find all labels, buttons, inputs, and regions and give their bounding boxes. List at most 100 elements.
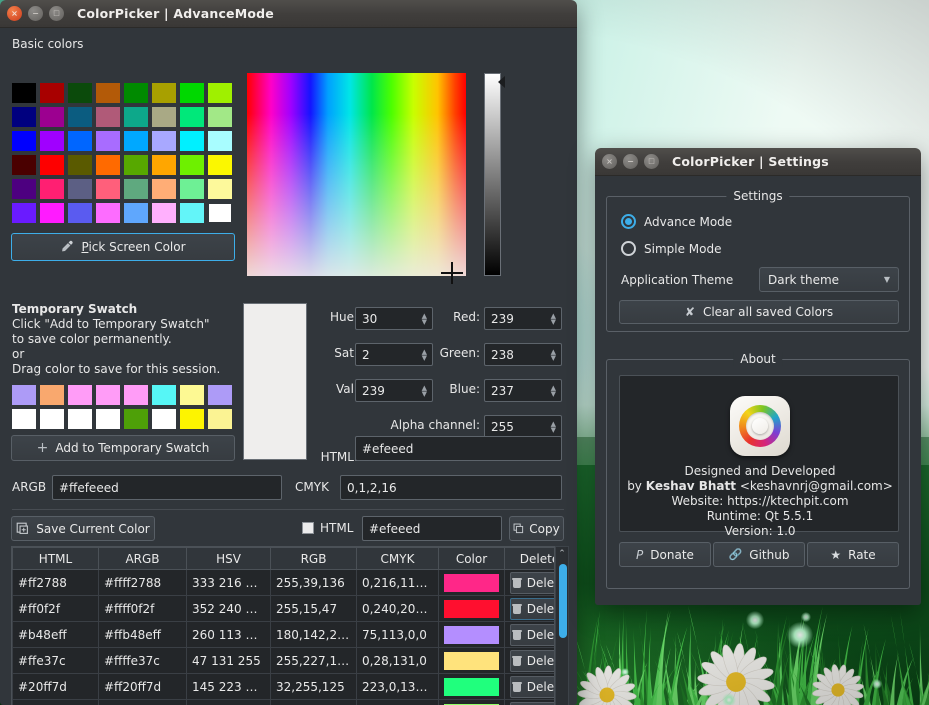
cell-rgb[interactable]: 180,142,2… [270,621,357,648]
cell-argb[interactable]: #ffff0f2f [98,595,187,622]
temporary-color-swatch[interactable] [180,385,204,405]
basic-color-swatch[interactable] [152,107,176,127]
table-row[interactable]: #ff0f2f #ffff0f2f 352 240 2… 255,15,47 0,240… [12,595,554,622]
cell-color[interactable] [438,647,505,674]
cell-color[interactable] [438,673,505,700]
temporary-color-swatch[interactable] [68,385,92,405]
clear-all-saved-colors-button[interactable]: ✘ Clear all saved Colors [619,300,899,324]
temporary-color-swatch[interactable] [40,409,64,429]
cell-html[interactable]: #ff0f2f [12,595,99,622]
basic-color-swatch[interactable] [40,107,64,127]
cell-html[interactable]: #8fff66 [12,699,99,705]
delete-button[interactable]: Delete [510,623,554,646]
basic-color-swatch[interactable] [40,83,64,103]
close-button[interactable]: × [602,154,617,169]
basic-color-swatch[interactable] [180,83,204,103]
basic-color-swatch[interactable] [40,155,64,175]
cell-color[interactable] [438,569,505,596]
argb-input[interactable]: #ffefeeed [52,475,282,500]
basic-color-swatch[interactable] [68,107,92,127]
red-input[interactable]: 239 ▲ ▼ [484,307,562,330]
basic-color-swatch[interactable] [12,131,36,151]
basic-color-swatch[interactable] [152,203,176,223]
maximize-button[interactable]: □ [49,6,64,21]
cell-html[interactable]: #ffe37c [12,647,99,674]
green-stepper[interactable]: ▲ ▼ [551,348,556,361]
application-theme-select[interactable]: Dark theme ▼ [759,267,899,292]
delete-button[interactable]: Delete [510,701,554,705]
cell-color[interactable] [438,621,505,648]
temporary-color-swatch[interactable] [208,409,232,429]
close-button[interactable]: × [7,6,22,21]
temporary-color-swatch[interactable] [12,409,36,429]
rate-button[interactable]: ★ Rate [807,542,899,567]
table-header-row[interactable]: HTMLARGBHSVRGBCMYKColorDelete [12,547,554,570]
basic-color-swatch[interactable] [180,107,204,127]
basic-color-swatch[interactable] [68,155,92,175]
cell-rgb[interactable]: 255,39,136 [270,569,357,596]
basic-color-swatch[interactable] [152,83,176,103]
green-input[interactable]: 238 ▲ ▼ [484,343,562,366]
cell-argb[interactable]: #ff8fff66 [98,699,187,705]
advance-mode-radio-row[interactable]: Advance Mode [621,214,732,229]
cell-cmyk[interactable]: 112,0,153,0 [356,699,439,705]
temporary-color-swatch[interactable] [40,385,64,405]
basic-color-swatch[interactable] [152,179,176,199]
table-header-cell[interactable]: HSV [186,547,271,570]
table-header-cell[interactable]: ARGB [98,547,187,570]
main-titlebar[interactable]: × − □ ColorPicker | AdvanceMode [0,0,577,28]
table-header-cell[interactable]: RGB [270,547,357,570]
table-header-cell[interactable]: CMYK [356,547,439,570]
basic-color-swatch[interactable] [40,131,64,151]
blue-input[interactable]: 237 ▲ ▼ [484,379,562,402]
html-copy-input[interactable]: #efeeed [362,516,502,541]
basic-color-swatch[interactable] [208,107,232,127]
table-body[interactable]: #ff2788 #ffff2788 333 216 2… 255,39,136 0,21… [12,569,554,705]
basic-color-swatch[interactable] [68,131,92,151]
table-row[interactable]: #20ff7d #ff20ff7d 145 223 2… 32,255,125 223,… [12,673,554,700]
advance-mode-radio[interactable] [621,214,636,229]
html-input[interactable]: #efeeed [355,436,562,461]
red-stepper[interactable]: ▲ ▼ [551,312,556,325]
html-checkbox[interactable] [302,522,314,534]
delete-button[interactable]: Delete [510,571,554,594]
cell-delete[interactable]: Delete [504,621,554,648]
basic-color-swatch[interactable] [68,203,92,223]
cell-hsv[interactable]: 103 153 2… [186,699,271,705]
colorpicker-settings-window[interactable]: × − □ ColorPicker | Settings Settings Ad… [595,148,921,605]
cell-cmyk[interactable]: 75,113,0,0 [356,621,439,648]
cell-rgb[interactable]: 32,255,125 [270,673,357,700]
basic-color-swatch[interactable] [208,155,232,175]
temporary-color-swatch[interactable] [152,385,176,405]
basic-color-swatch[interactable] [208,131,232,151]
settings-titlebar[interactable]: × − □ ColorPicker | Settings [595,148,921,176]
cell-hsv[interactable]: 352 240 2… [186,595,271,622]
cell-delete[interactable]: Delete [504,569,554,596]
temporary-color-swatch[interactable] [124,385,148,405]
saved-colors-table[interactable]: HTMLARGBHSVRGBCMYKColorDelete #ff2788#ff… [11,546,555,705]
basic-color-swatch[interactable] [96,203,120,223]
basic-color-swatch[interactable] [180,179,204,199]
value-slider-handle[interactable] [498,76,505,88]
basic-color-swatch[interactable] [40,203,64,223]
delete-button[interactable]: Delete [510,597,554,620]
simple-mode-radio-row[interactable]: Simple Mode [621,241,721,256]
temporary-color-swatch[interactable] [124,409,148,429]
basic-color-swatch[interactable] [124,203,148,223]
temporary-color-swatch[interactable] [180,409,204,429]
cell-delete[interactable]: Delete [504,673,554,700]
donate-button[interactable]: P Donate [619,542,711,567]
table-header-cell[interactable]: Color [438,547,505,570]
cell-hsv[interactable]: 47 131 255 [186,647,271,674]
basic-color-swatch[interactable] [96,155,120,175]
basic-color-swatch[interactable] [12,107,36,127]
save-current-color-button[interactable]: Save Current Color [11,516,155,541]
basic-color-swatch[interactable] [96,131,120,151]
cell-delete[interactable]: Delete [504,647,554,674]
temporary-color-swatch[interactable] [208,385,232,405]
temporary-swatch-grid[interactable] [12,385,232,429]
basic-color-swatch[interactable] [12,203,36,223]
cell-argb[interactable]: #ffffe37c [98,647,187,674]
table-scrollbar[interactable]: ⌃ ⌄ [555,546,569,705]
cell-cmyk[interactable]: 0,28,131,0 [356,647,439,674]
